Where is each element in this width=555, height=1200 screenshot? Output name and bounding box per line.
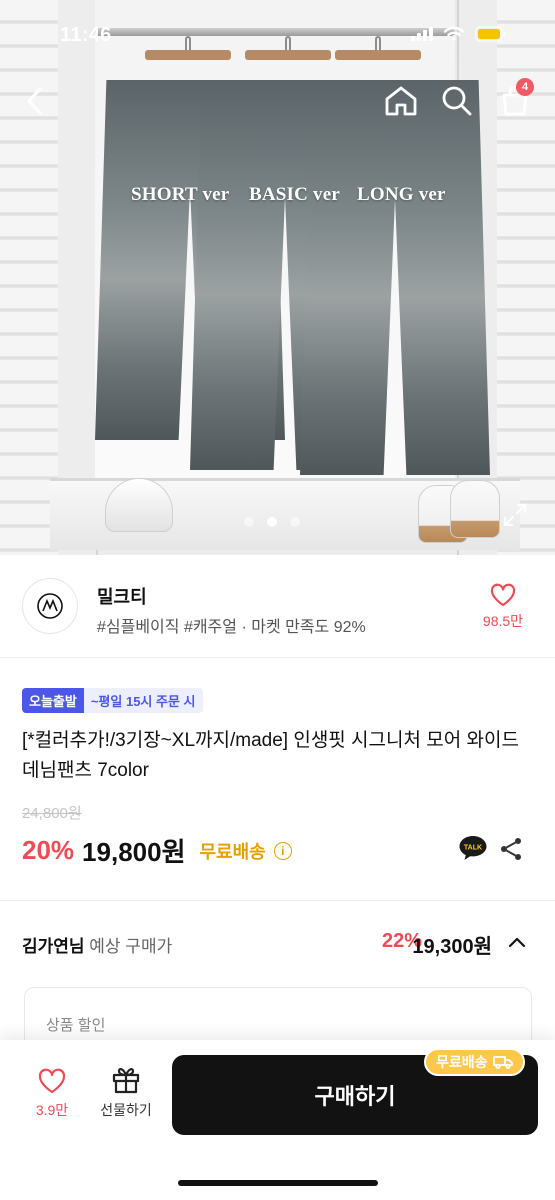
store-name[interactable]: 밀크티 <box>97 583 147 609</box>
cart-count-badge: 4 <box>516 78 534 96</box>
svg-text:TALK: TALK <box>464 845 482 852</box>
hanger <box>335 36 421 60</box>
carousel-dot-active[interactable] <box>267 517 277 527</box>
cart-button[interactable]: 4 <box>496 78 534 120</box>
order-deadline-badge: ~평일 15시 주문 시 <box>83 688 203 713</box>
expected-price-row[interactable]: 김가연님 예상 구매가 22% 19,300원 <box>22 930 532 960</box>
search-icon <box>442 86 472 116</box>
discount-rate: 20% <box>22 835 75 865</box>
heart-icon <box>490 583 516 607</box>
overlay-label-long: LONG ver <box>357 184 446 205</box>
hanger <box>145 36 231 60</box>
like-button[interactable]: 3.9만 <box>26 1068 78 1120</box>
gift-label: 선물하기 <box>100 1102 152 1118</box>
sale-price: 19,800원 <box>82 837 186 867</box>
bottom-action-bar: 3.9만 선물하기 구매하기 무료배송 <box>0 1040 555 1200</box>
product-title: [*컬러추가!/3기장~XL까지/made] 인생핏 시그니처 모어 와이드 데… <box>22 730 519 781</box>
store-favorite-count: 98.5만 <box>482 613 524 629</box>
sneaker-prop <box>450 480 500 538</box>
expected-price-caption: 예상 구매가 <box>89 937 173 956</box>
search-button[interactable] <box>438 82 476 120</box>
expand-icon[interactable] <box>502 502 528 528</box>
gift-button[interactable]: 선물하기 <box>90 1066 162 1120</box>
home-indicator <box>178 1180 378 1186</box>
like-count: 3.9만 <box>35 1102 69 1118</box>
hanger-rail <box>95 28 455 36</box>
user-name: 김가연님 <box>22 937 85 956</box>
expected-amount: 19,300원 <box>412 936 492 958</box>
chevron-up-icon[interactable] <box>508 934 526 952</box>
price-row: 20% 19,800원 무료배송 i <box>22 832 292 869</box>
free-shipping-chip: 무료배송 <box>424 1048 525 1076</box>
info-icon[interactable]: i <box>273 841 292 860</box>
store-logo-mark <box>37 593 63 619</box>
back-icon <box>27 87 42 115</box>
hanger <box>245 36 331 60</box>
closet-frame-left <box>58 0 98 555</box>
share-icon[interactable] <box>498 836 524 862</box>
back-button[interactable] <box>16 82 54 120</box>
carousel-dot[interactable] <box>244 517 254 527</box>
kakao-talk-icon[interactable]: TALK <box>458 834 488 862</box>
store-tags: #심플베이직 #캐주얼 · 마켓 만족도 92% <box>97 619 366 636</box>
store-favorite-button[interactable]: 98.5만 <box>473 583 533 631</box>
truck-icon <box>492 1056 513 1069</box>
store-logo[interactable] <box>22 578 78 634</box>
delivery-badges: 오늘출발 ~평일 15시 주문 시 <box>22 688 203 713</box>
battery-icon <box>475 26 506 42</box>
original-price: 24,800원 <box>22 805 82 822</box>
carousel-dot[interactable] <box>290 517 300 527</box>
overlay-label-short: SHORT ver <box>131 184 230 205</box>
overlay-label-basic: BASIC ver <box>249 184 340 205</box>
status-icons <box>411 26 507 42</box>
today-shipping-badge: 오늘출발 <box>22 688 84 713</box>
section-divider <box>0 900 555 901</box>
expected-price-label: 김가연님 예상 구매가 <box>22 932 172 957</box>
heart-icon <box>38 1068 66 1094</box>
wifi-icon <box>443 26 465 41</box>
discount-detail-label: 상품 할인 <box>46 1017 106 1034</box>
carousel-indicator <box>244 517 300 527</box>
signal-icon <box>411 27 433 41</box>
store-row[interactable]: 밀크티 #심플베이직 #캐주얼 · 마켓 만족도 92% 98.5만 <box>0 555 555 658</box>
gift-icon <box>112 1068 140 1094</box>
free-shipping-chip-label: 무료배송 <box>436 1054 488 1070</box>
home-icon <box>385 86 417 116</box>
status-time: 11:46 <box>60 24 112 46</box>
free-shipping-label: 무료배송 <box>199 841 266 862</box>
home-button[interactable] <box>382 82 420 120</box>
